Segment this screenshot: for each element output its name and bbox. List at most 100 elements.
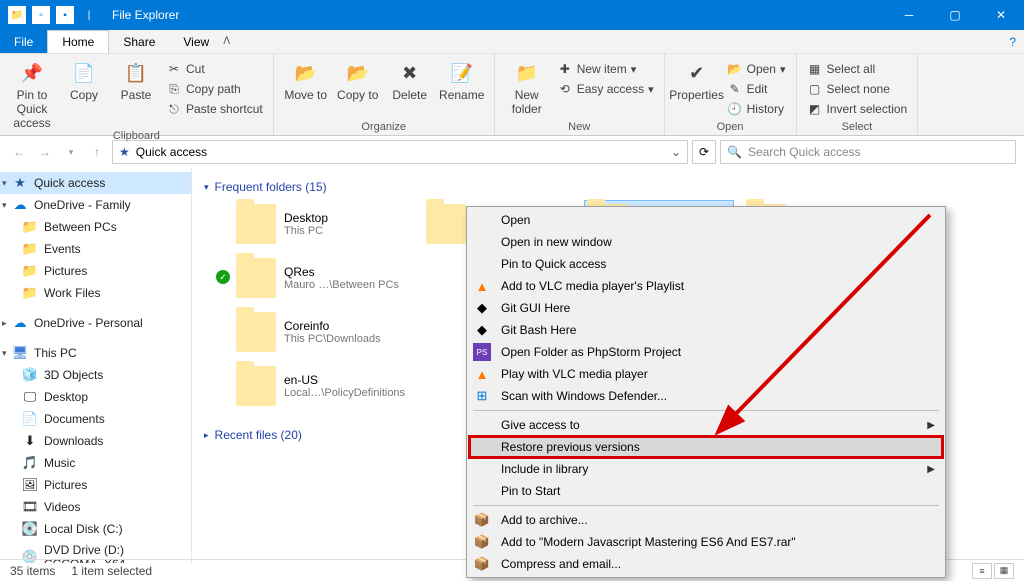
pin-icon: 📌 [19, 60, 45, 86]
folder-icon[interactable]: 📁 [8, 6, 26, 24]
delete-button[interactable]: ✖Delete [386, 56, 434, 102]
cube-icon: 🧊 [22, 367, 38, 383]
invert-selection-button[interactable]: ◩Invert selection [805, 100, 910, 118]
sidebar-item-workfiles[interactable]: 📁Work Files [0, 282, 191, 304]
sidebar-item-between[interactable]: 📁Between PCs [0, 216, 191, 238]
sidebar-quick-access[interactable]: ▾★Quick access [0, 172, 191, 194]
ctx-open[interactable]: Open [469, 209, 943, 231]
sidebar-item-documents[interactable]: 📄Documents [0, 408, 191, 430]
ctx-phpstorm[interactable]: PSOpen Folder as PhpStorm Project [469, 341, 943, 363]
sidebar-item-3d[interactable]: 🧊3D Objects [0, 364, 191, 386]
properties-button[interactable]: ✔Properties [673, 56, 721, 102]
sidebar-item-music[interactable]: 🎵Music [0, 452, 191, 474]
refresh-button[interactable]: ⟳ [692, 140, 716, 164]
submenu-arrow-icon: ▶ [927, 420, 935, 431]
back-button[interactable]: ← [8, 141, 30, 163]
ctx-vlc-playlist[interactable]: ▲Add to VLC media player's Playlist [469, 275, 943, 297]
breadcrumb[interactable]: Quick access [136, 145, 207, 159]
sidebar-item-events[interactable]: 📁Events [0, 238, 191, 260]
easy-access-button[interactable]: ⟲Easy access ▾ [555, 80, 656, 98]
sidebar-item-pictures2[interactable]: 🖼Pictures [0, 474, 191, 496]
rename-button[interactable]: 📝Rename [438, 56, 486, 102]
collapse-ribbon-icon[interactable]: ᐱ [223, 36, 230, 47]
recent-dropdown[interactable]: ▾ [60, 141, 82, 163]
close-button[interactable]: ✕ [978, 0, 1024, 30]
ctx-add-rar[interactable]: 📦Add to "Modern Javascript Mastering ES6… [469, 531, 943, 553]
copy-button[interactable]: 📄Copy [60, 56, 108, 102]
ctx-pin-quick[interactable]: Pin to Quick access [469, 253, 943, 275]
ctx-restore-previous[interactable]: Restore previous versions [469, 436, 943, 458]
home-tab[interactable]: Home [47, 30, 109, 53]
folder-icon [236, 204, 276, 244]
address-bar[interactable]: ★ Quick access ⌄ [112, 140, 688, 164]
ctx-give-access[interactable]: Give access to▶ [469, 414, 943, 436]
new-folder-button[interactable]: 📁New folder [503, 56, 551, 116]
select-none-button[interactable]: ▢Select none [805, 80, 910, 98]
invert-icon: ◩ [807, 101, 823, 117]
file-tab[interactable]: File [0, 30, 47, 53]
winrar-icon: 📦 [473, 533, 491, 551]
doc-icon[interactable]: ▪ [56, 6, 74, 24]
navbar: ← → ▾ ↑ ★ Quick access ⌄ ⟳ 🔍 [0, 136, 1024, 168]
sidebar-item-localc[interactable]: 💽Local Disk (C:) [0, 518, 191, 540]
git-icon: ◆ [473, 321, 491, 339]
paste-icon: 📋 [123, 60, 149, 86]
paste-shortcut-button[interactable]: ⎋Paste shortcut [164, 100, 265, 118]
sidebar-onedrive-personal[interactable]: ▸☁OneDrive - Personal [0, 312, 191, 334]
select-all-button[interactable]: ▦Select all [805, 60, 910, 78]
view-tab[interactable]: View [169, 30, 223, 53]
ctx-include-library[interactable]: Include in library▶ [469, 458, 943, 480]
search-input[interactable] [748, 145, 1009, 159]
desktop-icon: 🖵 [22, 389, 38, 405]
copy-path-button[interactable]: ⎘Copy path [164, 80, 265, 98]
ctx-git-gui[interactable]: ◆Git GUI Here [469, 297, 943, 319]
ctx-open-new-window[interactable]: Open in new window [469, 231, 943, 253]
window-title: File Explorer [112, 8, 179, 22]
folder-desktop[interactable]: DesktopThis PC [234, 200, 414, 248]
ctx-vlc-play[interactable]: ▲Play with VLC media player [469, 363, 943, 385]
details-view-button[interactable]: ≡ [972, 563, 992, 579]
status-selected: 1 item selected [71, 564, 152, 578]
history-button[interactable]: 🕘History [725, 100, 788, 118]
sidebar-onedrive-family[interactable]: ▾☁OneDrive - Family [0, 194, 191, 216]
ctx-defender[interactable]: ⊞Scan with Windows Defender... [469, 385, 943, 407]
sidebar-this-pc[interactable]: ▾🖥This PC [0, 342, 191, 364]
sync-check-icon: ✓ [216, 270, 230, 284]
copy-to-button[interactable]: 📂Copy to [334, 56, 382, 102]
forward-button[interactable]: → [34, 141, 56, 163]
open-button[interactable]: 📂Open ▾ [725, 60, 788, 78]
help-icon[interactable]: ? [1009, 35, 1016, 49]
ctx-add-archive[interactable]: 📦Add to archive... [469, 509, 943, 531]
sidebar-item-downloads[interactable]: ⬇Downloads [0, 430, 191, 452]
search-box[interactable]: 🔍 [720, 140, 1016, 164]
paste-button[interactable]: 📋Paste [112, 56, 160, 102]
open-icon: 📂 [727, 61, 743, 77]
ctx-compress-email[interactable]: 📦Compress and email... [469, 553, 943, 575]
minimize-button[interactable]: ─ [886, 0, 932, 30]
sidebar-item-desktop[interactable]: 🖵Desktop [0, 386, 191, 408]
star-icon: ★ [12, 175, 28, 191]
edit-icon: ✎ [727, 81, 743, 97]
ctx-pin-start[interactable]: Pin to Start [469, 480, 943, 502]
folder-enus[interactable]: en-USLocal…\PolicyDefinitions [234, 362, 414, 410]
edit-button[interactable]: ✎Edit [725, 80, 788, 98]
ctx-git-bash[interactable]: ◆Git Bash Here [469, 319, 943, 341]
maximize-button[interactable]: ▢ [932, 0, 978, 30]
move-to-button[interactable]: 📂Move to [282, 56, 330, 102]
frequent-folders-section[interactable]: ▾Frequent folders (15) [204, 180, 1012, 194]
videos-icon: 🎞 [22, 499, 38, 515]
new-item-button[interactable]: ✚New item ▾ [555, 60, 656, 78]
sidebar-item-videos[interactable]: 🎞Videos [0, 496, 191, 518]
breadcrumb-dropdown-icon[interactable]: ⌄ [671, 145, 681, 159]
folder-qres[interactable]: ✓ QResMauro …\Between PCs [234, 254, 414, 302]
icons-view-button[interactable]: ▦ [994, 563, 1014, 579]
qat-icon[interactable]: ▫ [32, 6, 50, 24]
cut-button[interactable]: ✂Cut [164, 60, 265, 78]
sidebar-item-pictures[interactable]: 📁Pictures [0, 260, 191, 282]
share-tab[interactable]: Share [109, 30, 169, 53]
newitem-icon: ✚ [557, 61, 573, 77]
copy-icon: 📄 [71, 60, 97, 86]
folder-coreinfo[interactable]: CoreinfoThis PC\Downloads [234, 308, 414, 356]
up-button[interactable]: ↑ [86, 141, 108, 163]
pin-quick-button[interactable]: 📌Pin to Quick access [8, 56, 56, 130]
